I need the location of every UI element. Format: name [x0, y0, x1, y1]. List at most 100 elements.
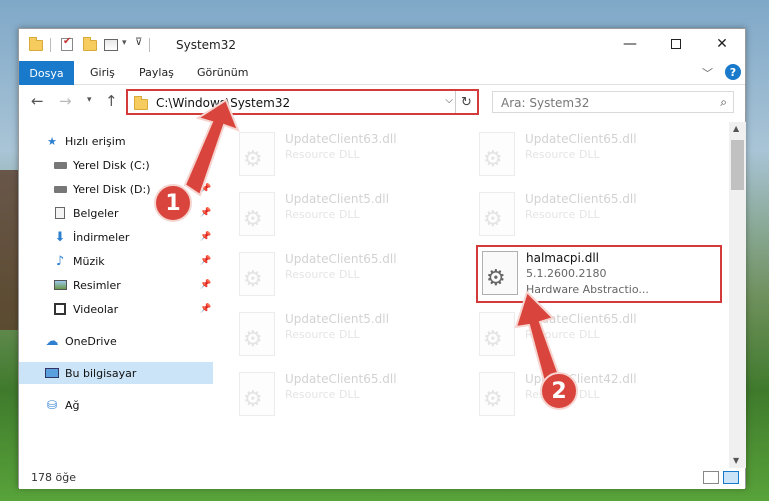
close-icon: ✕ [716, 36, 728, 52]
dll-file-icon [482, 251, 518, 295]
documents-icon [53, 206, 67, 220]
file-item[interactable]: UpdateClient65.dll Resource DLL [459, 306, 679, 362]
drive-icon [53, 158, 67, 172]
sidebar-item-this-pc[interactable]: Bu bilgisayar [19, 362, 213, 384]
view-properties-icon[interactable] [104, 39, 118, 51]
file-name: UpdateClient65.dll [285, 252, 397, 266]
file-item[interactable]: UpdateClient65.dll Resource DLL [219, 366, 439, 422]
file-type: Resource DLL [285, 388, 360, 401]
sidebar-item-quick-access[interactable]: ★ Hızlı erişim [19, 130, 213, 152]
dll-file-icon [239, 312, 275, 356]
search-icon[interactable]: ⌕ [720, 95, 727, 110]
file-version: 5.1.2600.2180 [526, 267, 607, 280]
pin-icon[interactable]: 📌 [200, 256, 211, 266]
file-item[interactable]: UpdateClient65.dll Resource DLL [219, 246, 439, 302]
file-item[interactable]: UpdateClient63.dll Resource DLL [219, 126, 439, 182]
music-icon: ♪ [55, 253, 65, 269]
sidebar-item-music[interactable]: ♪ Müzik 📌 [19, 250, 213, 272]
sidebar-item-label: Ağ [65, 398, 80, 412]
toolbar-divider [50, 38, 51, 52]
address-path[interactable]: C:\Windows\System32 [156, 96, 290, 110]
pin-icon[interactable]: 📌 [200, 304, 211, 314]
file-name: halmacpi.dll [526, 251, 599, 265]
tab-view[interactable]: Görünüm [197, 66, 248, 79]
pictures-icon [53, 278, 67, 292]
file-type: Resource DLL [285, 328, 360, 341]
address-dropdown-icon[interactable]: ⌵ [445, 95, 453, 106]
file-type: Resource DLL [525, 208, 600, 221]
network-icon: ⛁ [46, 398, 58, 412]
highlighted-file-item[interactable]: halmacpi.dll 5.1.2600.2180 Hardware Abst… [476, 245, 722, 303]
sidebar-item-label: İndirmeler [73, 230, 130, 244]
file-item[interactable]: UpdateClient65.dll Resource DLL [459, 186, 679, 242]
address-bar[interactable]: C:\Windows\System32 ⌵ ↻ [126, 89, 479, 115]
minimize-button[interactable]: — [607, 29, 653, 59]
forward-arrow-icon[interactable]: → [59, 92, 72, 110]
sidebar-item-network[interactable]: ⛁ Ağ [19, 394, 213, 416]
vertical-scrollbar[interactable]: ▲ ▼ [729, 122, 746, 468]
scroll-down-icon[interactable]: ▼ [733, 456, 739, 465]
scrollbar-thumb[interactable] [731, 140, 744, 190]
back-arrow-icon[interactable]: ← [31, 92, 44, 110]
properties-check-icon[interactable] [61, 36, 73, 51]
file-item[interactable]: UpdateClient5.dll Resource DLL [219, 186, 439, 242]
sidebar-item-label: OneDrive [65, 334, 117, 348]
maximize-button[interactable] [653, 29, 699, 59]
scroll-up-icon[interactable]: ▲ [733, 124, 739, 133]
download-icon: ⬇ [54, 229, 66, 245]
details-view-icon[interactable] [703, 471, 719, 484]
minimize-icon: — [623, 36, 637, 52]
maximize-icon [671, 39, 681, 49]
search-placeholder: Ara: System32 [501, 96, 590, 110]
search-input[interactable]: Ara: System32 ⌕ [492, 91, 734, 113]
pin-icon[interactable]: 📌 [200, 160, 211, 170]
close-button[interactable]: ✕ [699, 29, 745, 59]
file-name: UpdateClient65.dll [525, 192, 637, 206]
new-folder-icon[interactable] [83, 37, 97, 51]
tab-file[interactable]: Dosya [19, 61, 74, 85]
pin-icon[interactable]: 📌 [200, 232, 211, 242]
status-bar: 178 öğe [19, 468, 745, 489]
sidebar-item-onedrive[interactable]: ☁ OneDrive [19, 330, 213, 352]
file-type: Resource DLL [285, 268, 360, 281]
pin-icon[interactable]: 📌 [200, 208, 211, 218]
pin-icon[interactable]: 📌 [200, 184, 211, 194]
customize-toolbar-chevron-icon[interactable]: ▾ [122, 38, 127, 48]
dll-file-icon [479, 192, 515, 236]
file-name: UpdateClient65.dll [525, 312, 637, 326]
sidebar-item-label: Belgeler [73, 206, 119, 220]
dll-file-icon [479, 372, 515, 416]
dll-file-icon [239, 372, 275, 416]
pin-icon[interactable]: 📌 [200, 280, 211, 290]
toolbar-dropdown-icon[interactable]: ⊽ [135, 37, 142, 48]
sidebar-item-pictures[interactable]: Resimler 📌 [19, 274, 213, 296]
help-icon[interactable]: ? [725, 64, 741, 80]
navigation-pane: ★ Hızlı erişim Yerel Disk (C:) 📌 Yerel D… [19, 122, 213, 468]
expand-ribbon-chevron-icon[interactable]: ﹀ [702, 65, 713, 81]
ribbon-tabs: Dosya Giriş Paylaş Görünüm ﹀ ? [19, 61, 745, 85]
large-icons-view-icon[interactable] [723, 471, 739, 484]
file-type: Resource DLL [285, 208, 360, 221]
file-item[interactable]: UpdateClient5.dll Resource DLL [219, 306, 439, 362]
refresh-icon[interactable]: ↻ [455, 91, 477, 113]
file-name: UpdateClient63.dll [285, 132, 397, 146]
sidebar-item-videos[interactable]: Videolar 📌 [19, 298, 213, 320]
tab-home[interactable]: Giriş [90, 66, 115, 79]
sidebar-item-downloads[interactable]: ⬇ İndirmeler 📌 [19, 226, 213, 248]
file-item[interactable]: UpdateClient65.dll Resource DLL [459, 126, 679, 182]
up-arrow-icon[interactable]: ↑ [105, 92, 118, 110]
file-list: UpdateClient63.dll Resource DLL UpdateCl… [219, 122, 729, 468]
tab-share[interactable]: Paylaş [139, 66, 174, 79]
quick-access-toolbar [29, 36, 43, 53]
dll-file-icon [479, 132, 515, 176]
navigation-bar: ← → ▾ ↑ C:\Windows\System32 ⌵ ↻ Ara: Sys… [19, 86, 745, 118]
video-icon [53, 302, 67, 316]
recent-locations-chevron-icon[interactable]: ▾ [87, 95, 92, 105]
sidebar-item-label: Yerel Disk (C:) [73, 158, 150, 172]
file-type: Resource DLL [285, 148, 360, 161]
step-2-badge: 2 [540, 372, 578, 410]
dll-file-icon [239, 252, 275, 296]
sidebar-item-local-disk-c[interactable]: Yerel Disk (C:) 📌 [19, 154, 213, 176]
sidebar-item-label: Videolar [73, 302, 119, 316]
sidebar-item-label: Hızlı erişim [65, 134, 126, 148]
